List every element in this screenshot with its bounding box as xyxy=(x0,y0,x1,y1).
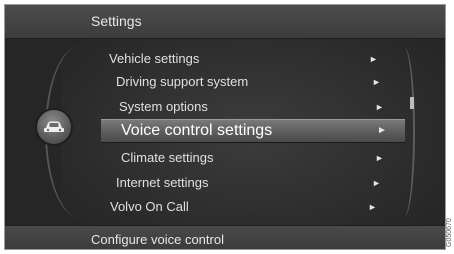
footer-help-text: Configure voice control xyxy=(91,232,224,247)
menu-item-voice-control-settings[interactable]: Voice control settings ► xyxy=(101,119,405,143)
footer-bar: Configure voice control xyxy=(5,225,445,249)
car-glyph xyxy=(44,121,64,132)
menu-item-volvo-on-call[interactable]: Volvo On Call ► xyxy=(110,195,380,219)
submenu-arrow-icon: ► xyxy=(368,202,377,212)
menu-item-label: Voice control settings xyxy=(121,122,273,139)
menu-item-vehicle-settings[interactable]: Vehicle settings ► xyxy=(109,47,379,71)
menu-item-label: Volvo On Call xyxy=(110,199,189,214)
menu-item-internet-settings[interactable]: Internet settings ► xyxy=(116,171,386,195)
submenu-arrow-icon: ► xyxy=(375,102,384,112)
scroll-position-marker xyxy=(410,97,414,109)
submenu-arrow-icon: ► xyxy=(372,77,381,87)
image-code-label: G050670 xyxy=(446,218,453,247)
submenu-arrow-icon: ► xyxy=(375,153,384,163)
menu-item-climate-settings[interactable]: Climate settings ► xyxy=(121,146,391,170)
menu-item-label: Vehicle settings xyxy=(109,51,200,66)
submenu-arrow-icon: ► xyxy=(369,54,378,64)
page-title: Settings xyxy=(91,13,142,29)
menu-item-label: Climate settings xyxy=(121,150,214,165)
menu-item-driving-support-system[interactable]: Driving support system ► xyxy=(116,70,386,94)
submenu-arrow-icon: ► xyxy=(372,178,381,188)
settings-screen: Settings Vehicle settings ► Driving supp… xyxy=(4,4,446,250)
menu-item-label: Driving support system xyxy=(116,74,249,89)
header-bar: Settings xyxy=(5,5,445,39)
menu-item-label: Internet settings xyxy=(116,175,209,190)
submenu-arrow-icon: ► xyxy=(377,125,387,136)
car-icon xyxy=(35,108,73,146)
menu-item-system-options[interactable]: System options ► xyxy=(119,95,389,119)
menu-item-label: System options xyxy=(119,99,208,114)
